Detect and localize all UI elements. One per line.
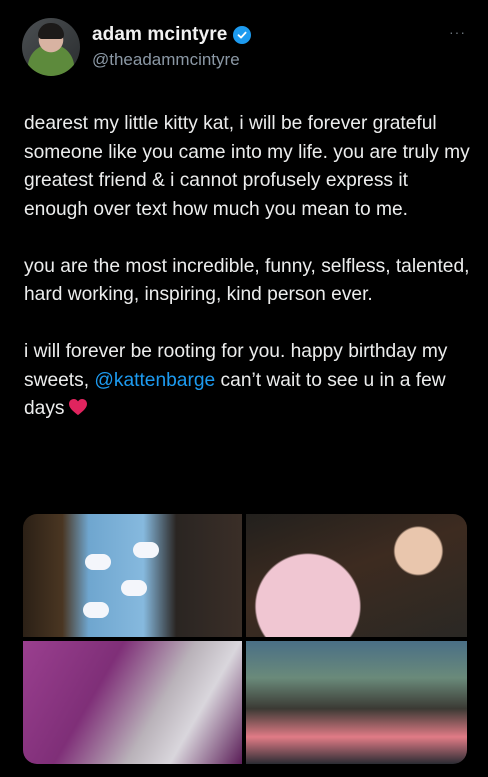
tweet-header: adam mcintyre @theadammcintyre ··· (22, 18, 468, 78)
tweet-paragraph-2: you are the most incredible, funny, self… (24, 255, 470, 306)
user-handle[interactable]: @theadammcintyre (92, 50, 240, 70)
display-name[interactable]: adam mcintyre (92, 24, 227, 46)
photo-1[interactable] (23, 514, 242, 637)
name-row: adam mcintyre (92, 24, 252, 46)
media-grid (23, 514, 467, 764)
tweet-text: dearest my little kitty kat, i will be f… (24, 110, 470, 452)
tweet-paragraph-1: dearest my little kitty kat, i will be f… (24, 113, 470, 220)
photo-3[interactable] (23, 641, 242, 764)
photo-2[interactable] (246, 514, 467, 637)
mention-link[interactable]: @kattenbarge (94, 370, 215, 391)
tweet-paragraph-3: i will forever be rooting for you. happy… (24, 338, 470, 424)
avatar[interactable] (22, 18, 80, 76)
verified-badge-icon (233, 26, 252, 44)
more-options-icon[interactable]: ··· (449, 24, 466, 40)
red-heart-icon (68, 398, 87, 416)
photo-4[interactable] (246, 641, 467, 764)
